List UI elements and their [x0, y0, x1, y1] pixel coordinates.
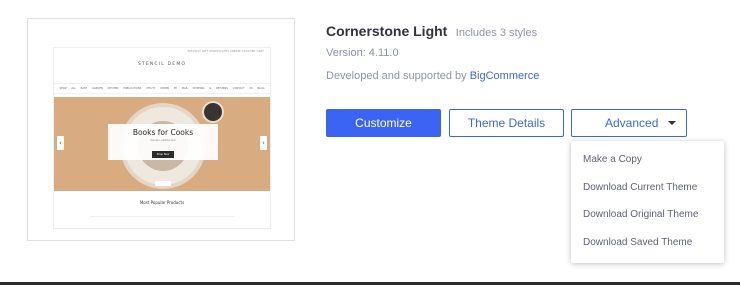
theme-name: Cornerstone Light	[326, 23, 448, 39]
preview-hero-banner: Books for Cooks Sample subtitle text Sho…	[108, 124, 218, 160]
preview-section-title: Most Popular Products	[139, 200, 185, 205]
preview-main-nav: SHOP ALL BATH GARDEN KITCHEN PUBLICATION…	[54, 83, 270, 94]
theme-title-row: Cornerstone Light Includes 3 styles	[326, 23, 537, 41]
theme-thumbnail-card: WISHLIST GIFT CERTIFICATES CREATE ACCOUN…	[27, 18, 295, 241]
menu-item-download-current-theme[interactable]: Download Current Theme	[583, 182, 697, 193]
preview-arrow-left-icon: ‹	[57, 136, 64, 150]
preview-product-strip	[90, 216, 234, 220]
theme-preview-image: WISHLIST GIFT CERTIFICATES CREATE ACCOUN…	[53, 47, 271, 229]
advanced-dropdown-menu: Make a Copy Download Current Theme Downl…	[571, 141, 724, 263]
menu-item-download-original-theme[interactable]: Download Original Theme	[583, 209, 698, 220]
theme-developer-prefix: Developed and supported by	[326, 70, 470, 82]
menu-item-make-copy[interactable]: Make a Copy	[583, 154, 642, 165]
preview-hero: Books for Cooks Sample subtitle text Sho…	[54, 97, 270, 191]
preview-store-logo: STENCIL DEMO	[137, 62, 187, 67]
preview-hero-subtitle: Sample subtitle text	[150, 139, 176, 142]
bigcommerce-link[interactable]: BigCommerce	[470, 70, 540, 82]
preview-hero-title: Books for Cooks	[132, 128, 194, 137]
preview-hero-button: Shop Now	[151, 151, 175, 158]
customize-button-label: Customize	[355, 116, 412, 130]
preview-carousel-dots	[155, 181, 171, 186]
advanced-button-label: Advanced	[605, 116, 659, 130]
theme-details-button[interactable]: Theme Details	[449, 109, 564, 137]
theme-details-button-label: Theme Details	[467, 116, 546, 130]
preview-arrow-right-icon: ›	[260, 136, 267, 150]
theme-styles-note: Includes 3 styles	[455, 27, 538, 39]
theme-version: Version: 4.11.0	[326, 47, 399, 59]
advanced-dropdown-button[interactable]: Advanced	[571, 109, 687, 137]
preview-top-nav: WISHLIST GIFT CERTIFICATES CREATE ACCOUN…	[187, 50, 264, 53]
customize-button[interactable]: Customize	[326, 109, 441, 137]
preview-cup-graphic	[204, 103, 222, 121]
menu-item-download-saved-theme[interactable]: Download Saved Theme	[583, 237, 692, 248]
theme-developer: Developed and supported by BigCommerce	[326, 70, 539, 82]
caret-down-icon	[668, 121, 676, 125]
